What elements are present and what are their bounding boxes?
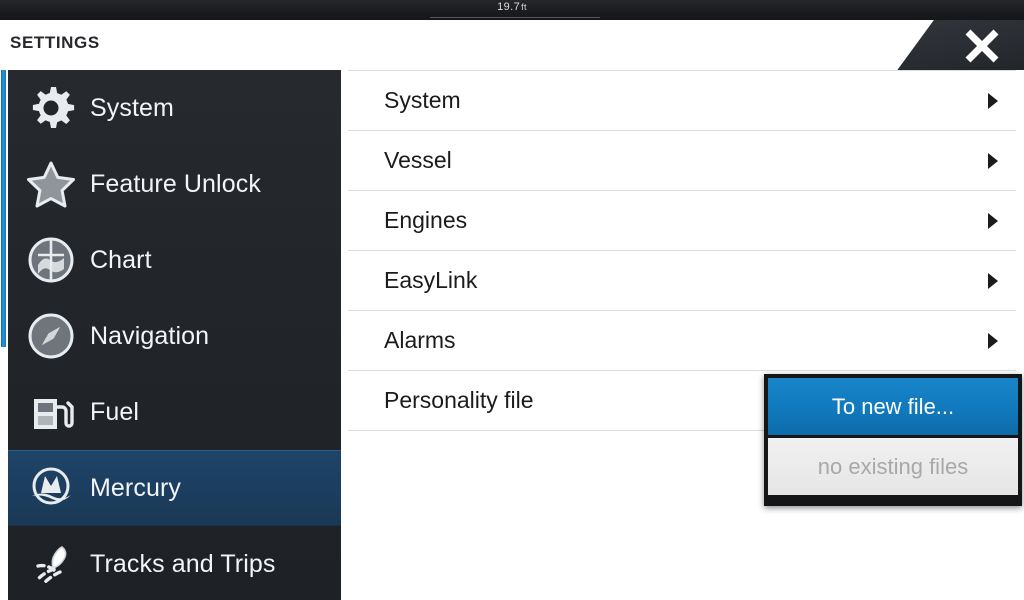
list-item-label: Engines	[384, 207, 468, 233]
track-icon	[22, 539, 80, 589]
list-item-label: EasyLink	[384, 267, 478, 293]
compass-icon	[22, 311, 80, 361]
chevron-right-icon	[986, 272, 1000, 290]
sidebar-item-system[interactable]: System	[8, 70, 341, 146]
settings-sidebar: System Feature Unlock Chart Navigation F…	[8, 70, 341, 600]
sidebar-item-navigation[interactable]: Navigation	[8, 298, 341, 374]
list-item-vessel[interactable]: Vessel	[348, 131, 1016, 191]
popup-item-no-existing-files: no existing files	[768, 438, 1018, 495]
list-item-label: Vessel	[384, 147, 452, 173]
sidebar-item-label: Tracks and Trips	[90, 549, 276, 578]
chevron-right-icon	[986, 212, 1000, 230]
sidebar-item-label: Fuel	[90, 397, 140, 426]
settings-screen: 19.7ft SETTINGS System Feature Unlock Ch…	[0, 0, 1024, 600]
sidebar-item-label: Navigation	[90, 321, 210, 350]
settings-list: System Vessel Engines EasyLink Alarms Pe…	[341, 70, 1024, 600]
popup-item-label: To new file...	[831, 393, 955, 419]
sidebar-item-label: Mercury	[90, 473, 181, 502]
page-title: SETTINGS	[10, 33, 100, 52]
popup-item-to-new-file[interactable]: To new file...	[768, 378, 1018, 435]
personality-file-popup: To new file... no existing files	[764, 374, 1022, 506]
sidebar-item-mercury[interactable]: Mercury	[8, 450, 341, 526]
chart-icon	[22, 235, 80, 285]
depth-underline	[430, 17, 600, 18]
gear-icon	[22, 83, 80, 133]
depth-unit: ft	[521, 2, 527, 12]
close-icon[interactable]	[960, 24, 1004, 68]
list-item-label: Personality file	[384, 387, 534, 413]
list-item-system[interactable]: System	[348, 70, 1016, 131]
chevron-right-icon	[986, 152, 1000, 170]
top-status-bar: 19.7ft	[0, 0, 1024, 20]
fuel-icon	[22, 387, 80, 437]
star-icon	[22, 160, 80, 208]
chevron-right-icon	[986, 92, 1000, 110]
sidebar-scrollbar-thumb[interactable]	[1, 70, 6, 347]
dialog-header: SETTINGS	[0, 20, 1024, 70]
sidebar-item-fuel[interactable]: Fuel	[8, 374, 341, 450]
sidebar-item-tracks-and-trips[interactable]: Tracks and Trips	[8, 526, 341, 600]
depth-readout: 19.7ft	[0, 1, 1024, 13]
chevron-right-icon	[986, 332, 1000, 350]
sidebar-scrollbar-track[interactable]	[0, 70, 7, 600]
list-item-label: Alarms	[384, 327, 456, 353]
popup-item-label: no existing files	[817, 453, 969, 479]
list-item-easylink[interactable]: EasyLink	[348, 251, 1016, 311]
list-item-engines[interactable]: Engines	[348, 191, 1016, 251]
mercury-icon	[22, 463, 80, 513]
depth-value: 19.7	[497, 1, 521, 13]
sidebar-item-label: Chart	[90, 245, 152, 274]
list-item-label: System	[384, 87, 461, 113]
list-item-alarms[interactable]: Alarms	[348, 311, 1016, 371]
sidebar-item-label: System	[90, 93, 174, 122]
sidebar-item-feature-unlock[interactable]: Feature Unlock	[8, 146, 341, 222]
sidebar-item-label: Feature Unlock	[90, 169, 261, 198]
sidebar-item-chart[interactable]: Chart	[8, 222, 341, 298]
